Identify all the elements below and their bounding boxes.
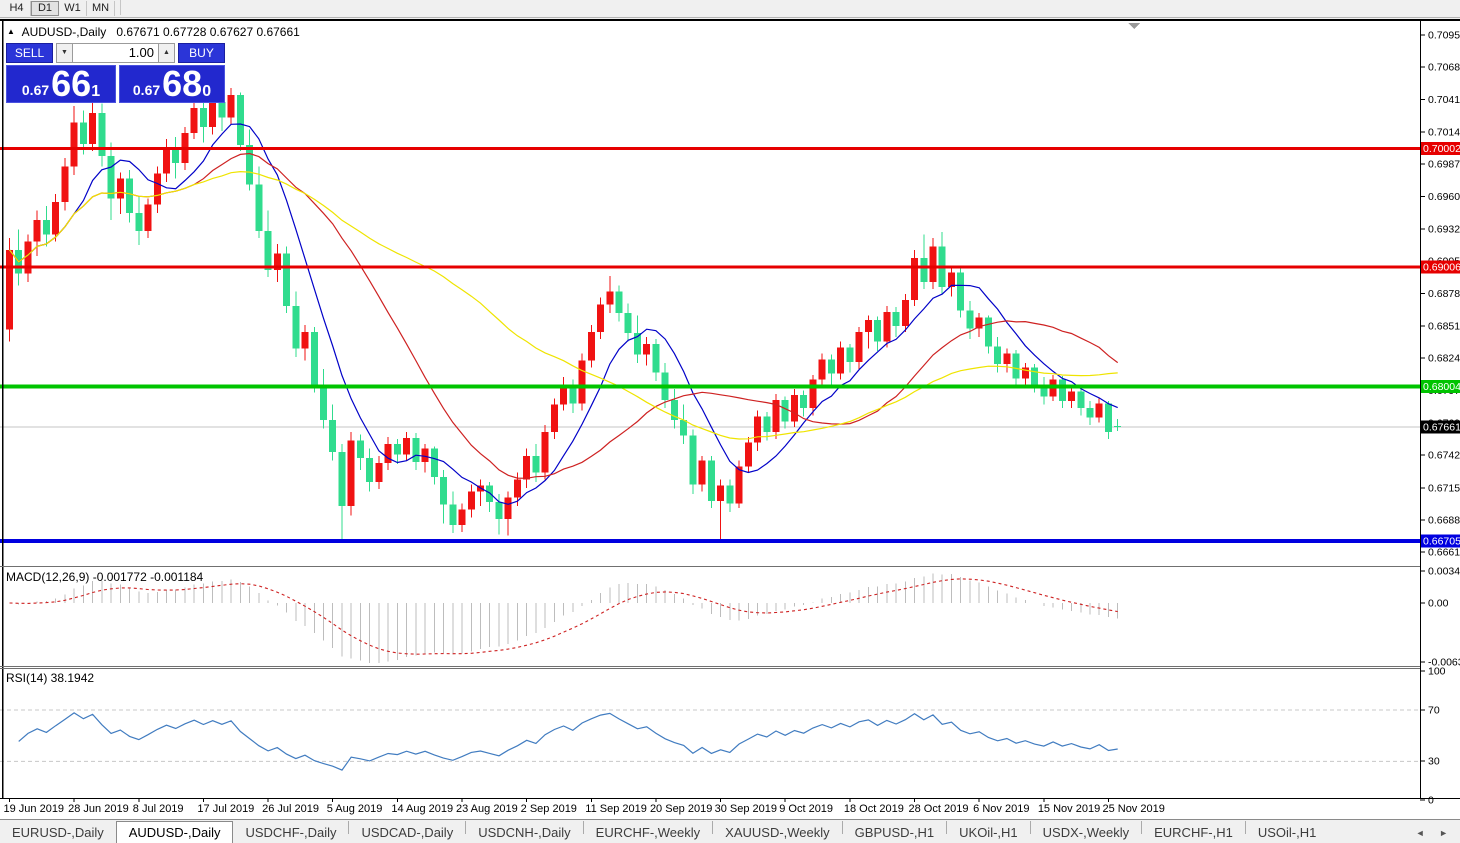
chart-shift-icon (1128, 23, 1140, 29)
svg-text:8 Jul 2019: 8 Jul 2019 (133, 803, 184, 815)
tab-usdchf-daily[interactable]: USDCHF-,Daily (233, 822, 348, 843)
sell-quote-box[interactable]: 0.67661 (6, 65, 116, 103)
svg-text:0.68785: 0.68785 (1428, 288, 1460, 300)
svg-text:0.00349: 0.00349 (1428, 566, 1460, 578)
chart-tab-bar: EURUSD-,DailyAUDUSD-,DailyUSDCHF-,DailyU… (0, 819, 1460, 843)
candles-group (6, 88, 1121, 540)
volume-increase-icon[interactable]: ▲ (158, 43, 175, 63)
chart-title: ▲ AUDUSD-,Daily 0.67671 0.67728 0.67627 … (7, 25, 300, 39)
svg-text:0.67425: 0.67425 (1428, 450, 1460, 462)
tab-eurusd-daily[interactable]: EURUSD-,Daily (0, 822, 116, 843)
sell-button[interactable]: SELL (6, 43, 53, 63)
svg-text:0.69006: 0.69006 (1423, 262, 1460, 274)
volume-decrease-icon[interactable]: ▼ (56, 43, 73, 63)
tab-scroll-arrows[interactable]: ◄ ► (1416, 828, 1454, 838)
svg-text:0.68510: 0.68510 (1428, 321, 1460, 333)
svg-text:0.66880: 0.66880 (1428, 515, 1460, 527)
indicator-panes-group (0, 574, 1420, 770)
svg-text:0.69600: 0.69600 (1428, 191, 1460, 203)
trade-panel: SELL ▼ 1.00 ▲ BUY 0.67661 0.67680 (6, 43, 225, 103)
timeframe-h4[interactable]: H4 (3, 1, 31, 16)
svg-text:30 Sep 2019: 30 Sep 2019 (715, 803, 777, 815)
svg-text:2 Sep 2019: 2 Sep 2019 (521, 803, 577, 815)
collapse-panel-icon[interactable]: ▲ (7, 27, 15, 36)
chart-ohlc-values: 0.67671 0.67728 0.67627 0.67661 (116, 25, 300, 39)
svg-text:5 Aug 2019: 5 Aug 2019 (327, 803, 383, 815)
timeframe-w1[interactable]: W1 (59, 1, 87, 16)
tab-ukoil-h1[interactable]: UKOil-,H1 (947, 822, 1030, 843)
svg-text:0.70955: 0.70955 (1428, 29, 1460, 41)
svg-text:23 Aug 2019: 23 Aug 2019 (456, 803, 518, 815)
tab-eurchf-h1[interactable]: EURCHF-,H1 (1142, 822, 1245, 843)
volume-input[interactable]: 1.00 (73, 43, 158, 63)
svg-text:19 Jun 2019: 19 Jun 2019 (4, 803, 65, 815)
tab-usdcnh-daily[interactable]: USDCNH-,Daily (466, 822, 582, 843)
buy-price-sup: 0 (202, 83, 211, 101)
svg-text:14 Aug 2019: 14 Aug 2019 (391, 803, 453, 815)
svg-text:70: 70 (1428, 705, 1440, 717)
svg-text:15 Nov 2019: 15 Nov 2019 (1038, 803, 1100, 815)
svg-text:0.70002: 0.70002 (1423, 143, 1460, 155)
macd-indicator-label: MACD(12,26,9) -0.001772 -0.001184 (6, 570, 203, 584)
svg-text:0.68240: 0.68240 (1428, 353, 1460, 365)
tab-xauusd-weekly[interactable]: XAUUSD-,Weekly (713, 822, 842, 843)
svg-text:18 Oct 2019: 18 Oct 2019 (844, 803, 904, 815)
tab-eurchf-weekly[interactable]: EURCHF-,Weekly (584, 822, 713, 843)
svg-text:0.70415: 0.70415 (1428, 94, 1460, 106)
svg-text:17 Jul 2019: 17 Jul 2019 (197, 803, 254, 815)
svg-text:28 Jun 2019: 28 Jun 2019 (68, 803, 129, 815)
svg-text:0.70685: 0.70685 (1428, 62, 1460, 74)
tab-gbpusd-h1[interactable]: GBPUSD-,H1 (843, 822, 946, 843)
buy-price-small: 0.67 (133, 82, 160, 98)
svg-text:25 Nov 2019: 25 Nov 2019 (1102, 803, 1164, 815)
tab-audusd-daily[interactable]: AUDUSD-,Daily (116, 821, 234, 843)
rsi-indicator-label: RSI(14) 38.1942 (6, 671, 94, 685)
svg-text:26 Jul 2019: 26 Jul 2019 (262, 803, 319, 815)
chart-symbol-label: AUDUSD-,Daily (22, 25, 107, 39)
svg-text:0.67661: 0.67661 (1423, 422, 1460, 434)
buy-price-big: 68 (162, 67, 202, 101)
svg-text:11 Sep 2019: 11 Sep 2019 (585, 803, 647, 815)
sell-price-big: 66 (51, 67, 91, 101)
buy-button[interactable]: BUY (178, 43, 225, 63)
timeframe-mn[interactable]: MN (87, 1, 115, 16)
timeframe-d1[interactable]: D1 (31, 1, 59, 16)
svg-text:0.66705: 0.66705 (1423, 535, 1460, 547)
svg-text:30: 30 (1428, 756, 1440, 768)
buy-quote-box[interactable]: 0.67680 (119, 65, 225, 103)
svg-text:20 Sep 2019: 20 Sep 2019 (650, 803, 712, 815)
chart-window: 0.70955 0.70685 0.70415 0.70140 0.69870 0.696… (0, 19, 1460, 819)
svg-text:100: 100 (1428, 666, 1446, 678)
svg-text:6 Nov 2019: 6 Nov 2019 (973, 803, 1029, 815)
svg-text:0.69325: 0.69325 (1428, 224, 1460, 236)
svg-text:0.00: 0.00 (1428, 598, 1449, 610)
tab-usdcad-daily[interactable]: USDCAD-,Daily (349, 822, 465, 843)
svg-text:9 Oct 2019: 9 Oct 2019 (779, 803, 833, 815)
svg-text:0.69870: 0.69870 (1428, 159, 1460, 171)
moving-averages-group (10, 124, 1118, 504)
sell-price-small: 0.67 (22, 82, 49, 98)
price-chart-canvas[interactable]: 0.70955 0.70685 0.70415 0.70140 0.69870 0.696… (0, 19, 1460, 819)
volume-stepper: ▼ 1.00 ▲ (56, 43, 175, 63)
svg-text:0.68004: 0.68004 (1423, 381, 1460, 393)
svg-text:0.70140: 0.70140 (1428, 126, 1460, 138)
tab-usdx-weekly[interactable]: USDX-,Weekly (1031, 822, 1141, 843)
svg-text:0.67150: 0.67150 (1428, 482, 1460, 494)
mt4-window: H4D1W1MN 0.70955 0.70685 0.70415 0.70140 0.6… (0, 0, 1460, 843)
tab-usoil-h1[interactable]: USOil-,H1 (1246, 822, 1329, 843)
svg-text:0: 0 (1428, 795, 1434, 807)
svg-text:28 Oct 2019: 28 Oct 2019 (909, 803, 969, 815)
sell-price-sup: 1 (91, 83, 100, 101)
timeframe-toolbar: H4D1W1MN (0, 0, 1460, 18)
svg-text:0.66610: 0.66610 (1428, 547, 1460, 559)
